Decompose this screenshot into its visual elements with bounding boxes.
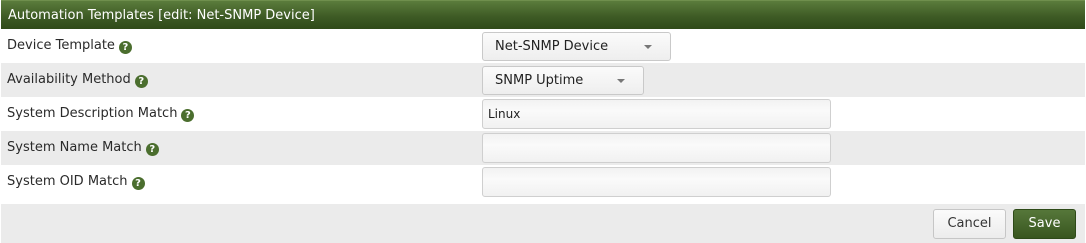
availability-method-select[interactable]: SNMP Uptime — [482, 66, 644, 95]
device-template-label-text: Device Template — [7, 38, 115, 53]
system-oid-match-input[interactable] — [482, 167, 831, 197]
system-description-match-label-text: System Description Match — [7, 106, 178, 121]
system-description-match-input[interactable] — [482, 99, 831, 129]
system-description-match-row: System Description Match? — [1, 97, 1085, 131]
system-oid-match-label-text: System OID Match — [7, 174, 128, 189]
chevron-down-icon — [644, 45, 652, 49]
question-circle-icon[interactable]: ? — [181, 109, 195, 122]
question-circle-icon[interactable]: ? — [118, 41, 132, 54]
automation-template-panel: Automation Templates [edit: Net-SNMP Dev… — [1, 0, 1085, 243]
device-template-value: Net-SNMP Device — [495, 39, 609, 54]
panel-header: Automation Templates [edit: Net-SNMP Dev… — [1, 0, 1085, 29]
system-name-match-input[interactable] — [482, 133, 831, 163]
panel-title: Automation Templates [edit: Net-SNMP Dev… — [8, 8, 315, 23]
system-name-match-row: System Name Match? — [1, 131, 1085, 165]
form-footer: Cancel Save — [1, 204, 1085, 243]
question-circle-icon[interactable]: ? — [145, 143, 159, 156]
chevron-down-icon — [617, 79, 625, 83]
device-template-select[interactable]: Net-SNMP Device — [482, 32, 671, 61]
question-circle-icon[interactable]: ? — [131, 177, 145, 190]
system-description-match-label: System Description Match? — [7, 97, 195, 131]
system-oid-match-row: System OID Match? — [1, 165, 1085, 199]
availability-method-row: Availability Method? SNMP Uptime — [1, 63, 1085, 97]
question-circle-icon[interactable]: ? — [134, 75, 148, 88]
availability-method-value: SNMP Uptime — [495, 73, 584, 88]
system-name-match-label-text: System Name Match — [7, 140, 142, 155]
device-template-row: Device Template? Net-SNMP Device — [1, 29, 1085, 63]
system-oid-match-label: System OID Match? — [7, 165, 145, 199]
cancel-button[interactable]: Cancel — [933, 209, 1006, 239]
system-name-match-label: System Name Match? — [7, 131, 159, 165]
availability-method-label-text: Availability Method — [7, 72, 131, 87]
availability-method-label: Availability Method? — [7, 63, 148, 97]
device-template-label: Device Template? — [7, 29, 132, 63]
save-button[interactable]: Save — [1013, 209, 1076, 239]
